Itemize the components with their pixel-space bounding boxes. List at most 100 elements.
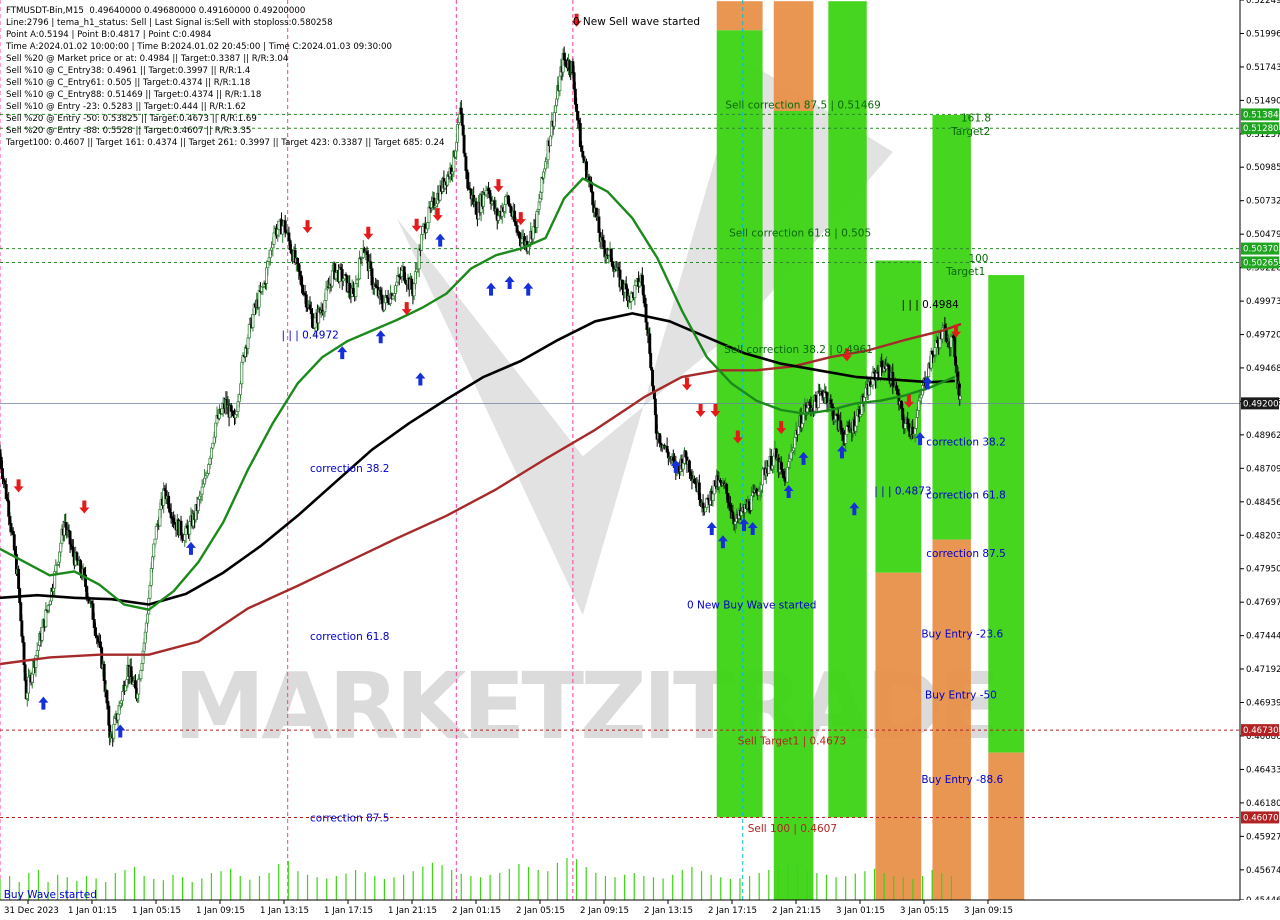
candle-body (40, 627, 44, 641)
candle-body (251, 314, 255, 328)
candle-body (462, 134, 466, 154)
price-tick-label: 0.48709 (1246, 464, 1280, 474)
time-tick-label: 2 Jan 13:15 (644, 906, 693, 916)
candle-body (725, 483, 729, 494)
time-axis: 31 Dec 2023 1 Jan 01:15 1 Jan 05:15 1 Jan 0… (0, 899, 1280, 920)
chart-annotation: | | | 0.4984 (901, 299, 959, 311)
price-axis: 0.522490.519960.517430.514900.512370.509… (1239, 0, 1280, 920)
price-tick-label: 0.46939 (1246, 698, 1280, 708)
chart-canvas[interactable]: MARKETZITRADE 0 New Sell wave started Sell… (0, 0, 1280, 920)
level-price-label: 0.46730 (1243, 726, 1279, 736)
level-price-label: 0.50370 (1243, 245, 1279, 255)
candle (460, 112, 464, 127)
candle-body (460, 113, 464, 126)
candle-body (313, 317, 317, 329)
price-tick-label: 0.51490 (1246, 96, 1280, 106)
chart-annotation: Buy Wave started (4, 889, 97, 901)
candle-body (139, 669, 143, 679)
candle-body (783, 477, 787, 482)
zone-6 (875, 572, 922, 900)
candle-body (277, 220, 281, 230)
candle-body (207, 464, 211, 474)
candle-body (246, 337, 250, 349)
price-tick-label: 0.45927 (1246, 832, 1280, 842)
zone-9 (988, 275, 1025, 753)
time-tick-label: 2 Jan 05:15 (516, 906, 565, 916)
chart-annotation: correction 38.2 (310, 463, 389, 475)
chart-annotation: Target2 (950, 126, 990, 138)
candle-body (153, 538, 157, 545)
time-tick-label: 2 Jan 21:15 (772, 906, 821, 916)
price-tick-label: 0.48456 (1246, 498, 1280, 508)
zone-1 (716, 30, 763, 818)
candle-body (204, 475, 208, 479)
price-tick-label: 0.46180 (1246, 799, 1280, 809)
candle-body (134, 680, 137, 689)
current-price-label: 0.49200 (1243, 399, 1279, 409)
level-price-label: 0.51384 (1243, 110, 1279, 120)
price-tick-label: 0.45674 (1246, 866, 1280, 876)
price-tick-label: 0.49468 (1246, 364, 1280, 374)
chart-annotation: Buy Entry -23.6 (921, 629, 1003, 641)
candle-body (457, 113, 461, 123)
candle-body (36, 644, 40, 651)
price-tick-label: 0.51996 (1246, 29, 1280, 39)
candle-body (214, 422, 218, 438)
candle-body (137, 678, 141, 695)
price-tick-label: 0.50479 (1246, 230, 1280, 240)
chart-annotation: Buy Entry -88.6 (921, 774, 1003, 786)
price-tick-label: 0.48203 (1246, 531, 1280, 541)
candle-body (147, 597, 151, 615)
chart-annotation: Sell correction 87.5 | 0.51469 (725, 99, 880, 111)
candle-body (200, 486, 204, 495)
time-tick-label: 1 Jan 21:15 (388, 906, 437, 916)
level-price-label: 0.46070 (1243, 813, 1279, 823)
chart-annotation: correction 87.5 (926, 548, 1005, 560)
price-tick-label: 0.48962 (1246, 431, 1280, 441)
price-tick-label: 0.51743 (1246, 63, 1280, 73)
candle-body (535, 211, 539, 228)
chart-annotation: Sell correction 61.8 | 0.505 (729, 228, 871, 240)
candle-body (575, 103, 579, 112)
chart-annotation: correction 61.8 (926, 490, 1005, 502)
chart-annotation: Sell 100 | 0.4607 (748, 823, 837, 835)
candle-body (651, 369, 655, 387)
trading-chart[interactable]: MARKETZITRADE 0 New Sell wave started Sell… (0, 0, 1280, 920)
candle-body (120, 691, 124, 702)
chart-annotation: correction 61.8 (310, 631, 389, 643)
price-tick-label: 0.47950 (1246, 565, 1280, 575)
candle-body (146, 613, 150, 624)
chart-annotation: 0 New Buy Wave started (687, 599, 816, 611)
time-tick-label: 1 Jan 13:15 (260, 906, 309, 916)
chart-annotation: Buy Entry -50 (925, 689, 997, 701)
zone-2 (773, 1, 814, 111)
time-tick-label: 2 Jan 17:15 (708, 906, 757, 916)
time-axis-bg (0, 900, 1280, 920)
candle-body (958, 395, 962, 400)
price-tick-label: 0.47697 (1246, 598, 1280, 608)
candle-body (785, 466, 789, 483)
candle-body (240, 361, 244, 385)
chart-annotation: 100 (968, 253, 988, 265)
time-tick-label: 2 Jan 09:15 (580, 906, 629, 916)
candle-body (296, 258, 300, 264)
candle-body (914, 417, 918, 429)
candle-body (645, 321, 649, 330)
time-tick-label: 31 Dec 2023 (4, 906, 59, 916)
candle-body (911, 426, 915, 435)
level-price-label: 0.51280 (1243, 124, 1279, 134)
price-tick-label: 0.49720 (1246, 331, 1280, 341)
candle-body (208, 457, 212, 465)
zone-8 (932, 539, 971, 900)
price-tick-label: 0.50732 (1246, 197, 1280, 207)
chart-annotation: | | | 0.4873 (874, 486, 931, 498)
candle-body (17, 568, 21, 589)
time-tick-label: 1 Jan 05:15 (132, 906, 181, 916)
time-tick-label: 1 Jan 09:15 (196, 906, 245, 916)
candle-body (887, 365, 891, 380)
chart-annotation: 0 New Sell wave started (573, 16, 700, 28)
time-tick-label: 2 Jan 01:15 (452, 906, 501, 916)
time-tick-label: 3 Jan 05:15 (900, 906, 949, 916)
price-tick-label: 0.47444 (1246, 632, 1280, 642)
candle-body (304, 294, 308, 308)
